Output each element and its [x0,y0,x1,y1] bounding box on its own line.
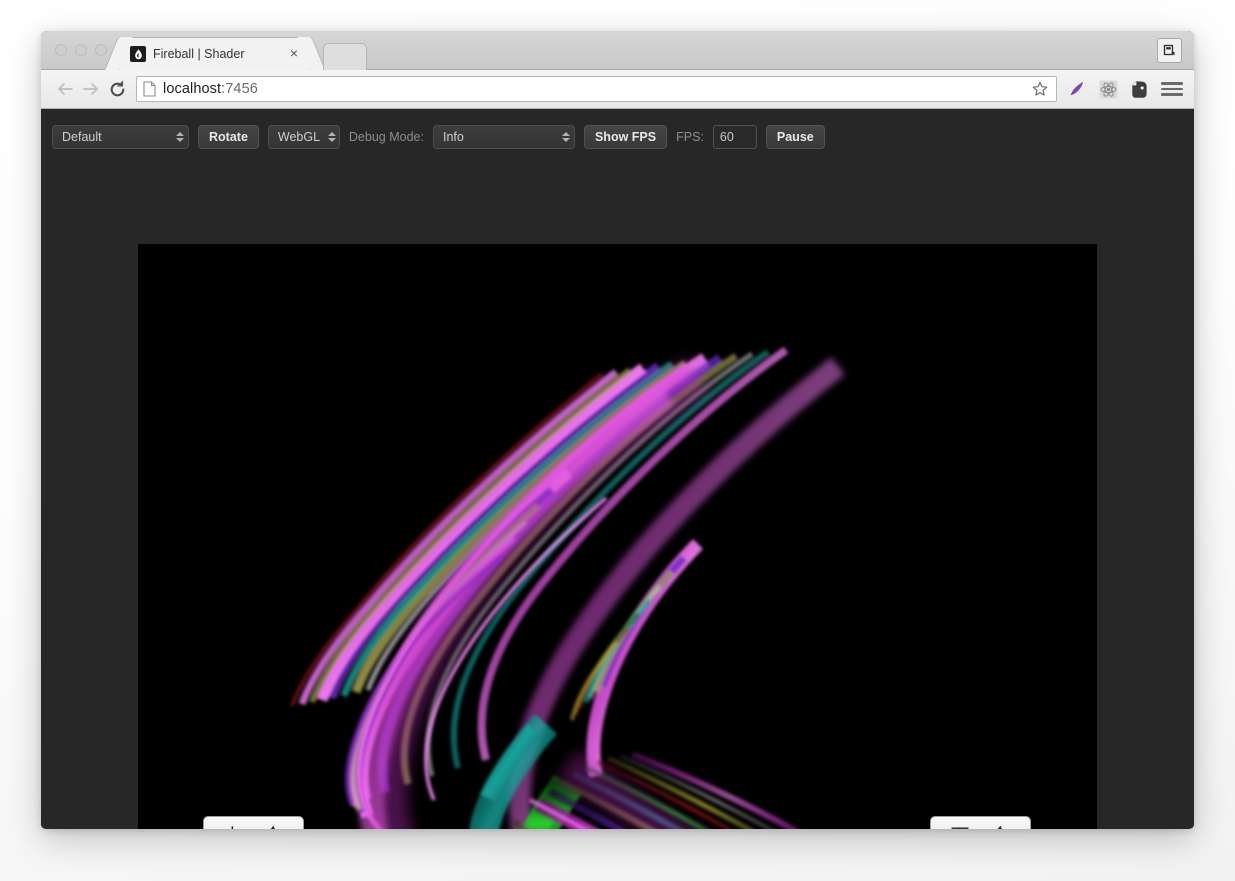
shader-artwork [138,244,1097,829]
arrow-right-icon [83,83,98,95]
shader-artwork-svg [138,244,1097,829]
fps-label: FPS: [676,130,704,144]
forward-button[interactable] [78,76,104,102]
page-document-icon [143,81,156,97]
debug-mode-label: Debug Mode: [348,130,424,144]
updown-arrows-icon [176,132,184,142]
fireball-droplet-icon [130,46,146,62]
debug-mode-select-value: Info [442,130,464,144]
page-content: Default Rotate WebGL Debug Mode: Info Sh… [41,109,1194,829]
window-tool-icon [1163,44,1175,56]
browser-menu-button[interactable] [1161,78,1183,100]
traffic-lights [55,44,107,56]
window-tool-button[interactable] [1157,38,1182,63]
menu-line [1161,82,1183,85]
address-bar[interactable]: localhost:7456 [136,76,1057,102]
url-host: localhost [163,81,222,97]
renderer-select[interactable]: WebGL [267,125,340,149]
reload-icon [110,79,124,96]
menu-line [1161,93,1183,96]
updown-arrows-icon [328,132,337,142]
back-button[interactable] [52,76,78,102]
browser-tab[interactable]: Fireball | Shader × [119,37,311,70]
browser-navigation-bar: localhost:7456 [41,70,1194,109]
close-tab-button[interactable]: × [286,46,302,62]
close-window-button[interactable] [55,44,67,56]
browser-window: Fireball | Shader × localhost:7456 Defau… [41,31,1194,829]
preset-select-value: Default [62,130,102,144]
rotate-button[interactable]: Rotate [198,125,259,149]
shader-canvas[interactable]: Effect18 [138,244,1097,829]
minimize-window-button[interactable] [75,44,87,56]
shader-toolbar: Default Rotate WebGL Debug Mode: Info Sh… [41,109,1194,154]
show-fps-button[interactable]: Show FPS [583,125,668,149]
updown-arrows-icon [561,132,570,142]
fps-input[interactable]: 60 [712,125,757,149]
debug-mode-select[interactable]: Info [432,125,575,149]
address-bar-url: localhost:7456 [163,81,258,97]
url-port: :7456 [221,81,258,97]
reload-button[interactable] [104,76,130,102]
arrow-left-icon [58,83,73,95]
feather-pen-icon[interactable] [1067,79,1087,99]
menu-line [1161,87,1183,91]
previous-effect-button[interactable]: 上一个 [203,816,304,829]
tab-title: Fireball | Shader [153,47,245,61]
extension-icons [1067,79,1149,99]
tab-strip: Fireball | Shader × [41,31,1194,70]
preset-select[interactable]: Default [52,125,189,149]
react-devtools-icon[interactable] [1098,79,1118,99]
next-effect-button[interactable]: 下一个 [930,816,1031,829]
renderer-select-value: WebGL [277,130,321,144]
pause-button[interactable]: Pause [765,125,825,149]
evernote-elephant-icon[interactable] [1129,79,1149,99]
zoom-window-button[interactable] [95,44,107,56]
new-tab-button[interactable] [323,43,367,70]
bookmark-star-icon[interactable] [1030,79,1050,99]
